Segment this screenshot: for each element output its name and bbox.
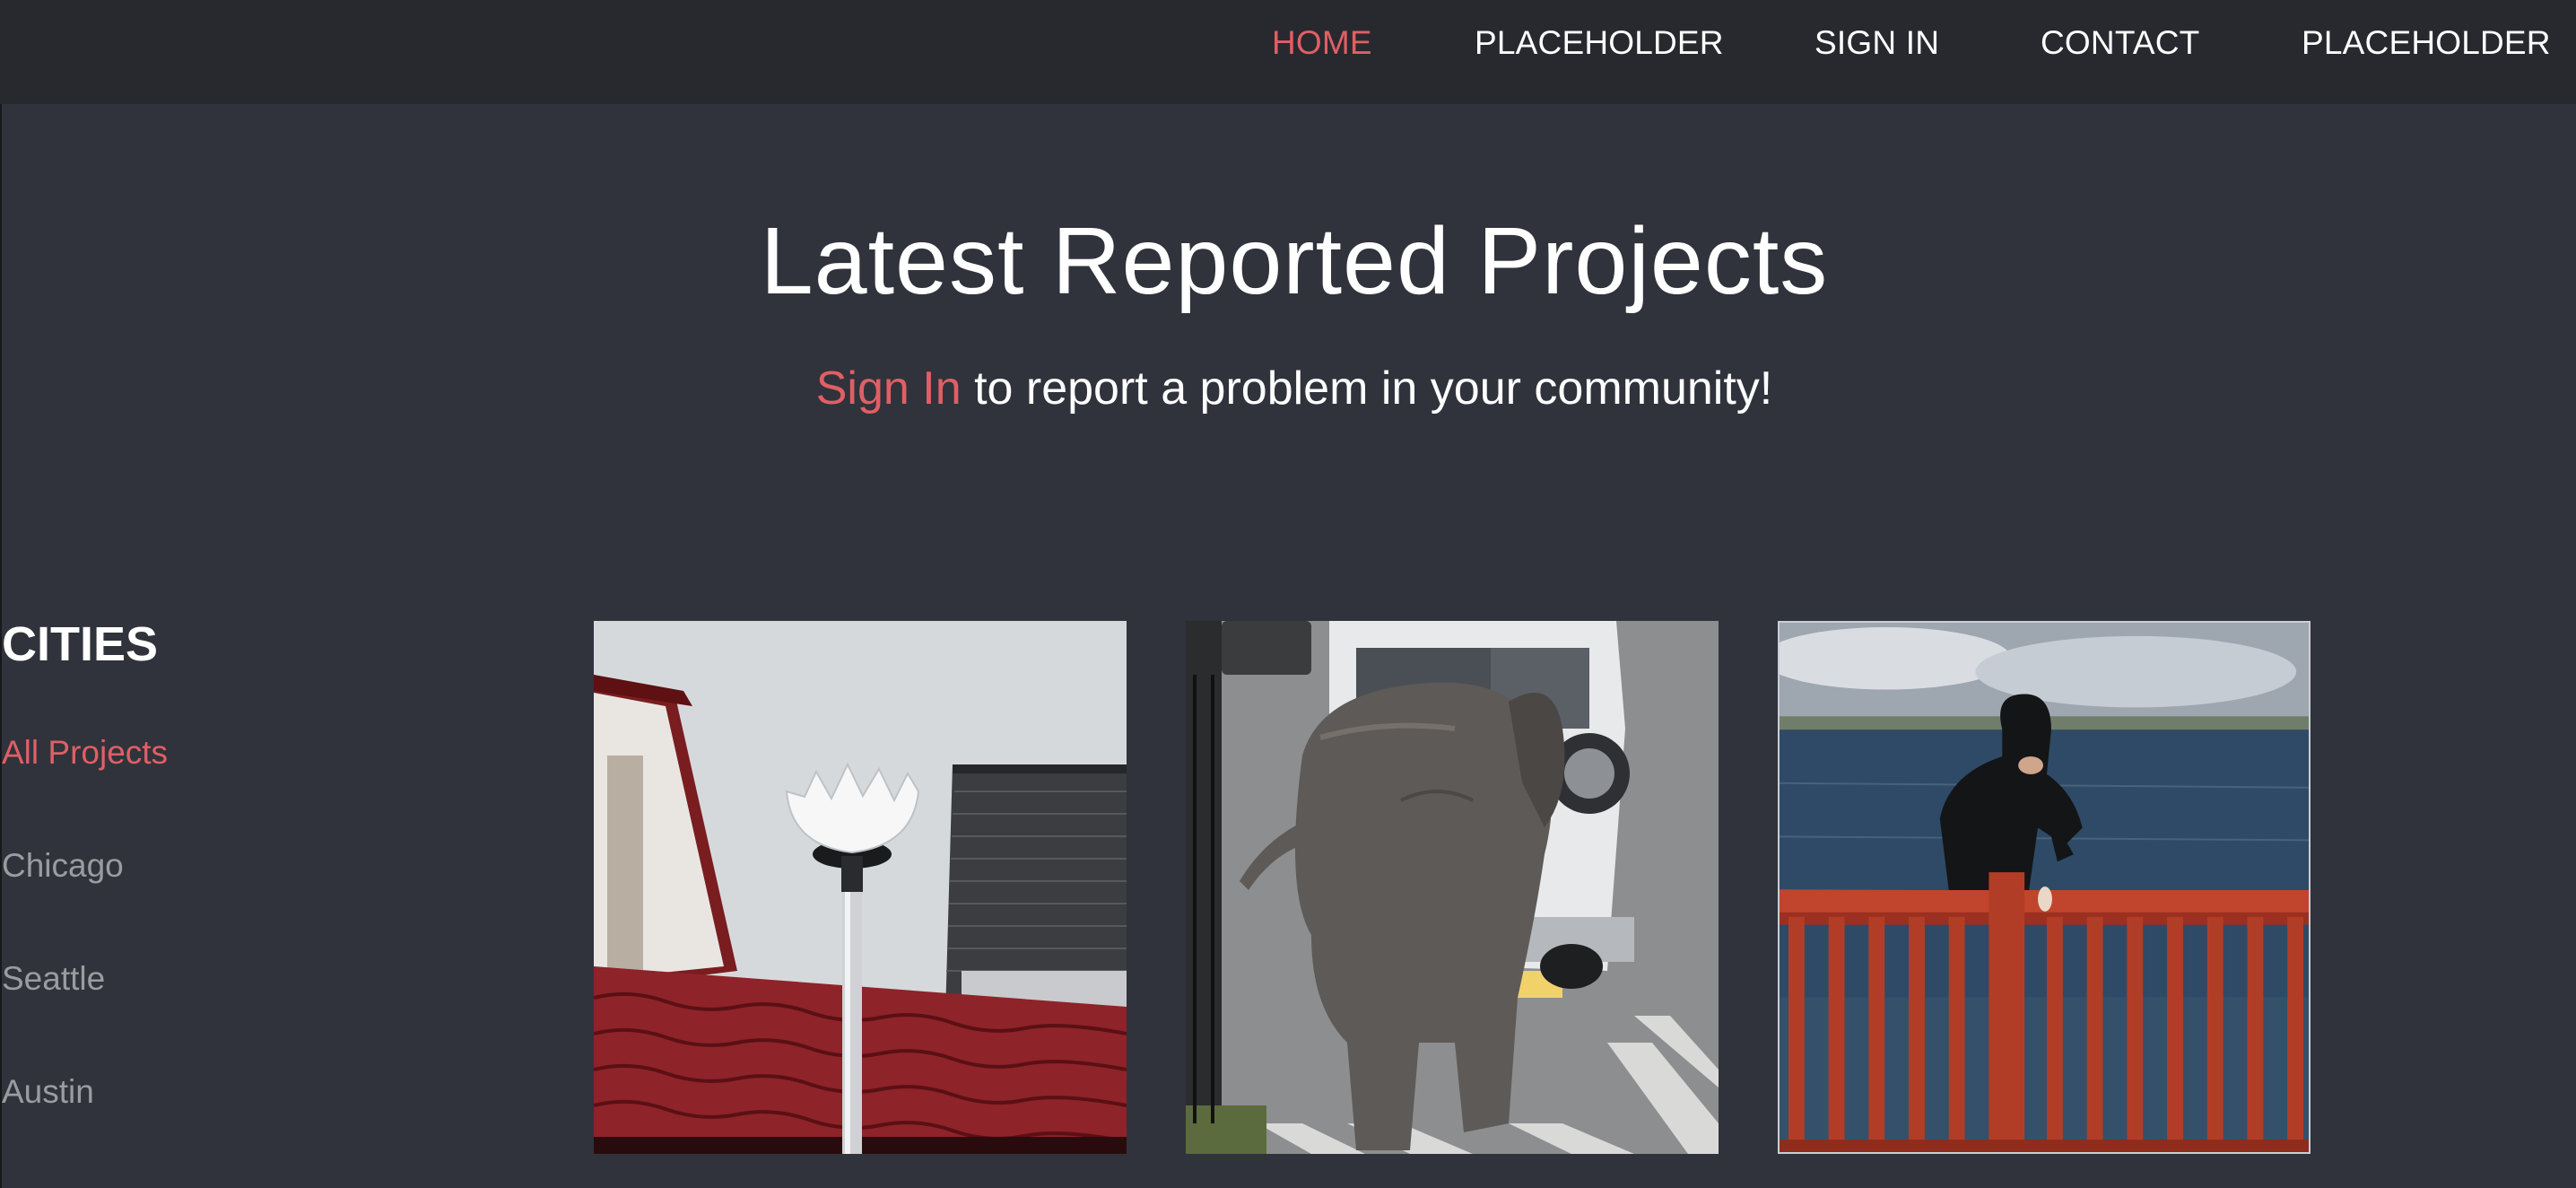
- top-navigation-bar: HOME PLACEHOLDER SIGN IN CONTACT PLACEHO…: [0, 0, 2576, 104]
- left-border: [0, 0, 2, 1188]
- project-card-street-lamp[interactable]: [594, 621, 1127, 1154]
- project-card-elephant[interactable]: [1186, 621, 1719, 1154]
- city-link-chicago[interactable]: Chicago: [2, 846, 124, 886]
- city-link-austin[interactable]: Austin: [2, 1072, 94, 1112]
- city-link-seattle[interactable]: Seattle: [2, 959, 105, 999]
- nav-home-link[interactable]: HOME: [1272, 23, 1372, 63]
- nav-placeholder-link-2[interactable]: PLACEHOLDER: [2302, 23, 2551, 63]
- hero-subtitle-text: to report a problem in your community!: [961, 363, 1773, 415]
- nav-contact-link[interactable]: CONTACT: [2041, 23, 2199, 63]
- hero-subtitle: Sign In to report a problem in your comm…: [0, 357, 2576, 420]
- elephant-pushing-car-photo: [1186, 621, 1719, 1154]
- person-on-bridge-railing-photo: [1780, 623, 2309, 1152]
- page-title: Latest Reported Projects: [760, 208, 1829, 314]
- cities-heading: CITIES: [2, 617, 159, 671]
- hero-sign-in-link[interactable]: Sign In: [816, 363, 962, 415]
- nav-placeholder-link-1[interactable]: PLACEHOLDER: [1475, 23, 1724, 63]
- project-card-bridge[interactable]: [1778, 621, 2311, 1154]
- city-link-all-projects[interactable]: All Projects: [2, 733, 168, 773]
- page: HOME PLACEHOLDER SIGN IN CONTACT PLACEHO…: [0, 0, 2576, 1188]
- broken-street-lamp-photo: [594, 621, 1127, 1154]
- nav-sign-in-link[interactable]: SIGN IN: [1815, 23, 1939, 63]
